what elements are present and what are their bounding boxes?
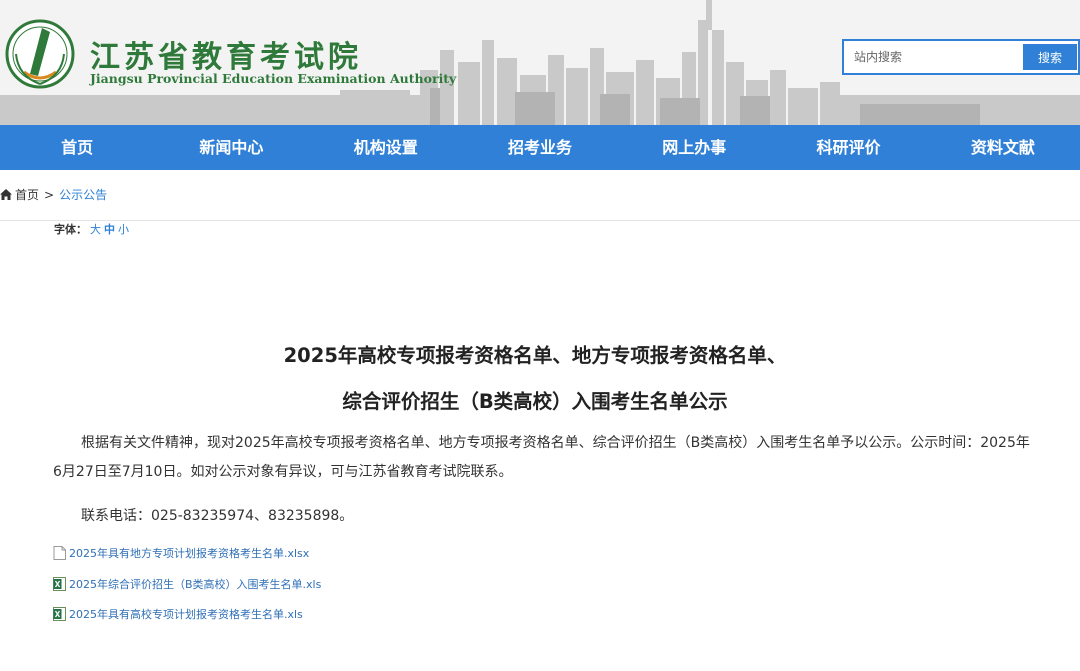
excel-icon (53, 577, 66, 591)
nav-item-documents[interactable]: 资料文献 (926, 125, 1080, 170)
attachment-link[interactable]: 2025年具有地方专项计划报考资格考生名单.xlsx (53, 545, 309, 561)
nav-item-research[interactable]: 科研评价 (771, 125, 925, 170)
nav-item-news[interactable]: 新闻中心 (154, 125, 308, 170)
attachment-link[interactable]: 2025年综合评价招生（B类高校）入围考生名单.xls (53, 576, 321, 592)
attachment-name[interactable]: 2025年具有地方专项计划报考资格考生名单.xlsx (69, 545, 309, 561)
attachment-link[interactable]: 2025年具有高校专项计划报考资格考生名单.xls (53, 606, 303, 622)
search-input[interactable] (848, 43, 1016, 71)
site-logo-chinese[interactable]: 江苏省教育考试院 (90, 32, 362, 76)
article-title-line2: 综合评价招生（B类高校）入围考生名单公示 (342, 390, 728, 413)
font-size-large[interactable]: 大 (90, 223, 101, 236)
attachment-name[interactable]: 2025年具有高校专项计划报考资格考生名单.xls (69, 606, 303, 622)
breadcrumb-current[interactable]: 公示公告 (59, 186, 107, 203)
main-nav: 首页 新闻中心 机构设置 招考业务 网上办事 科研评价 资料文献 (0, 125, 1080, 170)
breadcrumb-home-link[interactable]: 首页 (15, 186, 39, 203)
font-size-label: 字体： (54, 223, 87, 236)
exam-authority-emblem (5, 19, 75, 89)
breadcrumb-separator: > (44, 187, 55, 202)
breadcrumb-divider (0, 220, 1080, 221)
home-icon (0, 189, 12, 200)
article-paragraph-contact: 联系电话：025-83235974、83235898。 (81, 508, 354, 524)
search-button[interactable]: 搜索 (1023, 44, 1077, 70)
nav-item-admissions[interactable]: 招考业务 (463, 125, 617, 170)
font-size-small[interactable]: 小 (118, 223, 129, 236)
excel-icon (53, 607, 66, 621)
site-logo-english[interactable]: Jiangsu Provincial Education Examination… (90, 71, 456, 86)
nav-item-online-services[interactable]: 网上办事 (617, 125, 771, 170)
search-box: 搜索 (842, 39, 1080, 75)
font-size-selector: 字体：大中小 (54, 221, 129, 237)
site-header: 江苏省教育考试院 Jiangsu Provincial Education Ex… (0, 0, 1080, 125)
nav-item-organization[interactable]: 机构设置 (309, 125, 463, 170)
file-icon (53, 546, 66, 560)
breadcrumb: 首页 > 公示公告 (0, 186, 107, 203)
article-paragraph-notice: 根据有关文件精神，现对2025年高校专项报考资格名单、地方专项报考资格名单、综合… (53, 435, 1030, 480)
nav-item-home[interactable]: 首页 (0, 125, 154, 170)
font-size-medium[interactable]: 中 (104, 223, 115, 236)
article-title-line1: 2025年高校专项报考资格名单、地方专项报考资格名单、 (283, 344, 787, 367)
attachment-name[interactable]: 2025年综合评价招生（B类高校）入围考生名单.xls (69, 576, 321, 592)
